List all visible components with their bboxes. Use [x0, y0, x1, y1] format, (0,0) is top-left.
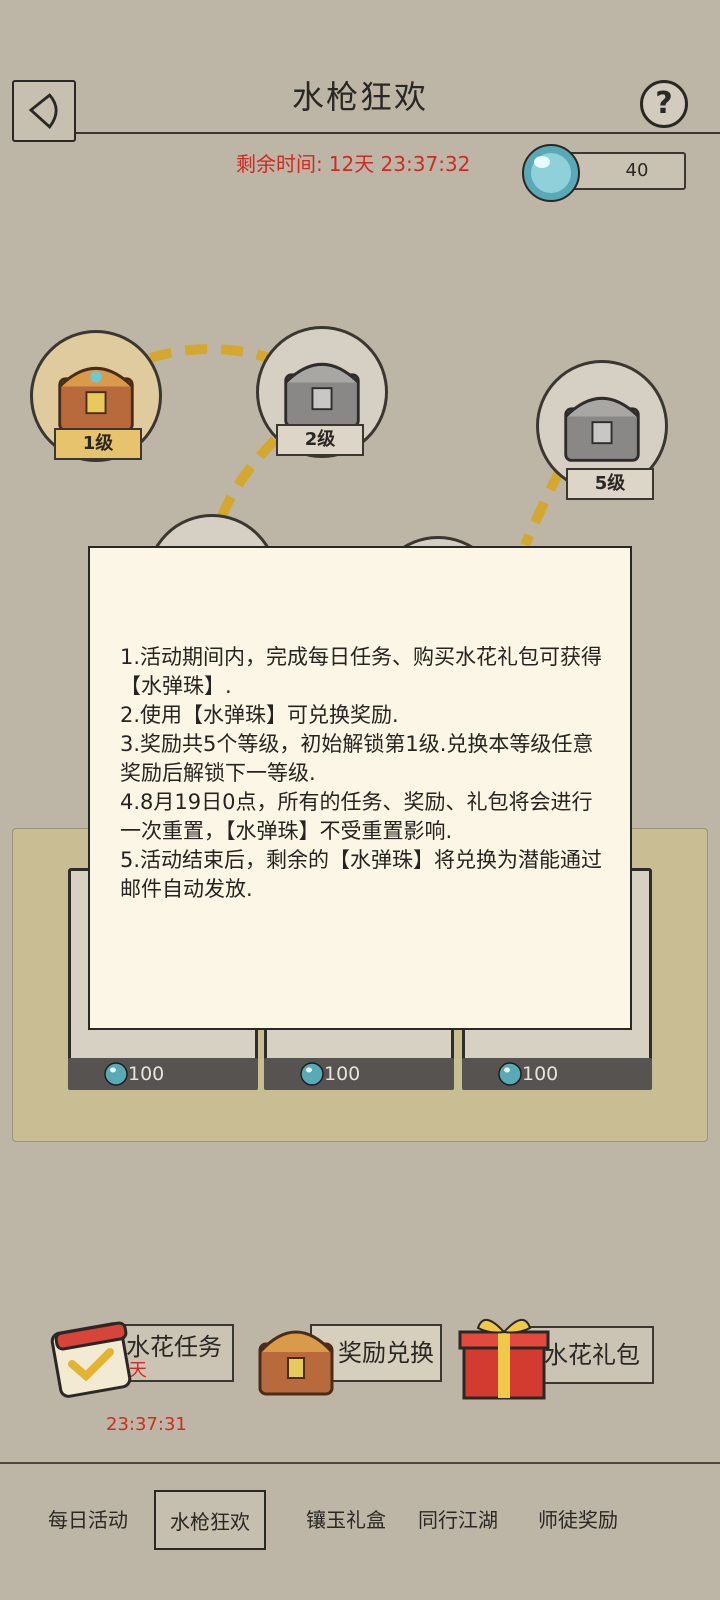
level-5-label: 5级 [566, 468, 654, 500]
level-1-label: 1级 [54, 428, 142, 460]
remaining-time-value: 12天 23:37:32 [328, 152, 471, 176]
rule-line-5: 5.活动结束后，剩余的【水弹珠】将兑换为潜能通过邮件自动发放. [120, 848, 603, 901]
level-2-label: 2级 [276, 424, 364, 456]
tab-daily-activity[interactable]: 每日活动 [30, 1490, 146, 1550]
header-divider [76, 132, 720, 134]
help-button[interactable]: ? [640, 80, 688, 128]
remaining-time: 剩余时间: 12天 23:37:32 [236, 148, 476, 177]
reward-cost-value: 100 [128, 1063, 165, 1085]
tab-water-gun-carnival[interactable]: 水枪狂欢 [154, 1490, 266, 1550]
water-pearl-icon [104, 1062, 128, 1086]
treasure-chest-icon [246, 1306, 346, 1406]
water-pearl-icon [520, 142, 582, 204]
gift-box-icon [454, 1306, 554, 1406]
rule-line-3: 3.奖励共5个等级，初始解锁第1级.兑换本等级任意奖励后解锁下一等级. [120, 732, 594, 785]
water-pearl-icon [300, 1062, 324, 1086]
reward-cost-value: 100 [522, 1063, 559, 1085]
calendar-check-icon [42, 1308, 142, 1408]
water-gift-pack-label: 水花礼包 [544, 1341, 640, 1369]
remaining-time-label: 剩余时间: [236, 152, 323, 176]
water-pearl-icon [498, 1062, 522, 1086]
reward-cost-2[interactable]: 100 [264, 1058, 454, 1090]
rule-line-4: 4.8月19日0点，所有的任务、奖励、礼包将会进行一次重置，【水弹珠】不受重置影… [120, 790, 593, 843]
reward-cost-3[interactable]: 100 [462, 1058, 652, 1090]
rule-line-2: 2.使用【水弹珠】可兑换奖励. [120, 703, 399, 727]
reward-cost-1[interactable]: 100 [68, 1058, 258, 1090]
tab-jade-gift-box[interactable]: 镶玉礼盒 [288, 1490, 404, 1550]
reward-cost-value: 100 [324, 1063, 361, 1085]
question-icon: ? [655, 86, 673, 121]
tab-mentor-rewards[interactable]: 师徒奖励 [520, 1490, 636, 1550]
rules-text: 1.活动期间内，完成每日任务、购买水花礼包可获得【水弹珠】. 2.使用【水弹珠】… [120, 643, 610, 904]
page-title: 水枪狂欢 [291, 78, 428, 116]
tab-divider [0, 1462, 720, 1464]
reward-exchange-label: 奖励兑换 [338, 1339, 434, 1367]
rule-line-1: 1.活动期间内，完成每日任务、购买水花礼包可获得【水弹珠】. [120, 645, 603, 698]
rules-modal[interactable]: 1.活动期间内，完成每日任务、购买水花礼包可获得【水弹珠】. 2.使用【水弹珠】… [88, 546, 632, 1030]
tab-fellow-jianghu[interactable]: 同行江湖 [400, 1490, 516, 1550]
